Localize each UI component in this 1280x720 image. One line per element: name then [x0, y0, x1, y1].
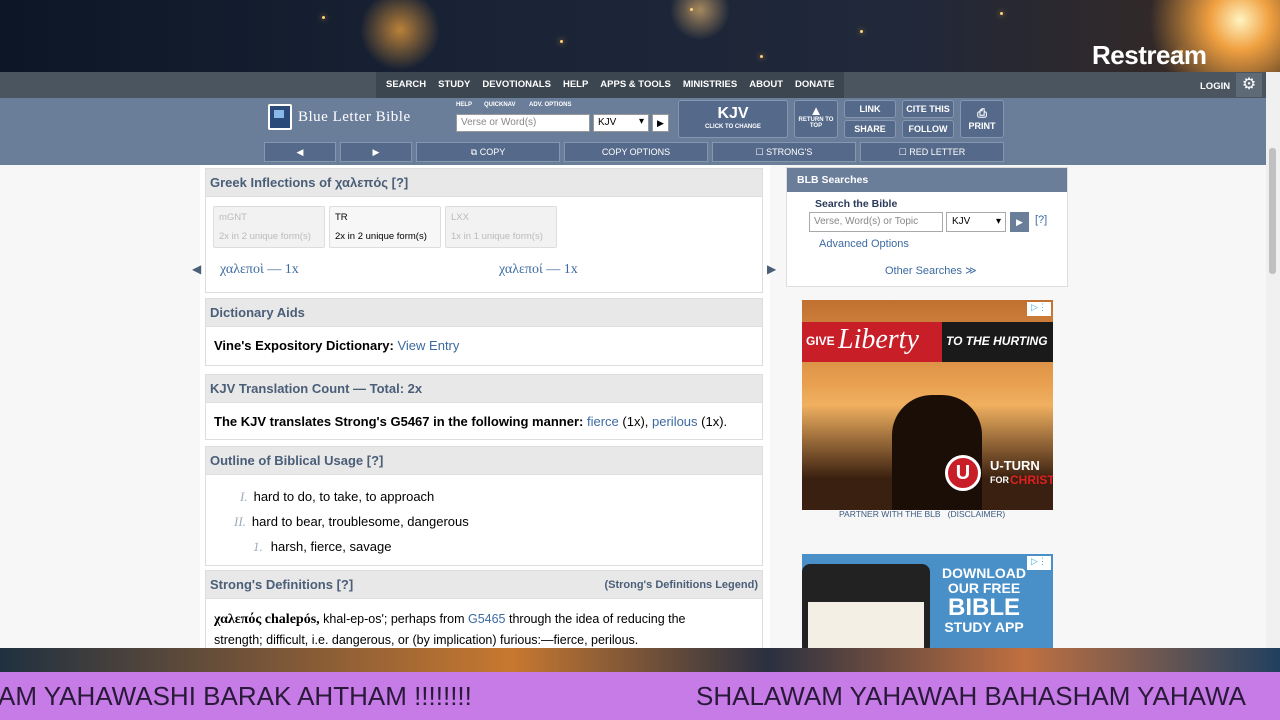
arrow-up-icon: ▲ [809, 103, 823, 118]
main-menu: SEARCH STUDY DEVOTIONALS HELP APPS & TOO… [376, 72, 845, 98]
translation-title: KJV Translation Count — Total: 2x [206, 375, 762, 403]
ticker-text: SHALAWAM YAHAWAH BAHASHAM YAHAWA [696, 681, 1246, 711]
tab-mgnt[interactable]: mGNT 2x in 2 unique form(s) [213, 206, 325, 248]
blb-searches-panel: BLB Searches Search the Bible Verse, Wor… [786, 167, 1068, 287]
follow-button[interactable]: FOLLOW [902, 120, 954, 138]
chevron-down-icon: ▾ [995, 216, 1001, 227]
prev-chapter-button[interactable]: ◀ [264, 142, 336, 162]
app-ad-banner[interactable]: DOWNLOAD OUR FREE BIBLE STUDY APP ▷⋮ [802, 554, 1053, 648]
nav-study[interactable]: STUDY [432, 72, 476, 98]
stream-background-bottom [0, 648, 1280, 672]
quicknav-link[interactable]: QUICKNAV [484, 102, 516, 108]
outline-item: II. hard to bear, troublesome, dangerous [234, 514, 469, 529]
person-silhouette [892, 395, 982, 510]
nav-help[interactable]: HELP [557, 72, 594, 98]
advanced-options-link[interactable]: Advanced Options [819, 238, 909, 250]
lemma: χαλεπός chalepós, [214, 612, 320, 627]
dictionary-section: Dictionary Aids Vine's Expository Dictio… [205, 298, 763, 366]
strongs-toggle[interactable]: ☐ STRONG'S [712, 142, 856, 162]
help-link[interactable]: HELP [456, 102, 472, 108]
inflection-form[interactable]: χαλεποί — 1x [499, 262, 578, 278]
sidebar-go-button[interactable]: ▶ [1010, 212, 1029, 232]
phone-image [802, 564, 930, 648]
inflections-title: Greek Inflections of χαλεπός [?] [206, 169, 762, 197]
dictionary-title: Dictionary Aids [206, 299, 762, 327]
nav-search[interactable]: SEARCH [380, 72, 432, 98]
next-chapter-button[interactable]: ▶ [340, 142, 412, 162]
blb-searches-title: BLB Searches [787, 168, 1067, 192]
red-letter-toggle[interactable]: ☐ RED LETTER [860, 142, 1004, 162]
ad-banner[interactable]: GIVE Liberty TO THE HURTING U U-TURN FOR… [802, 300, 1053, 510]
translation-word-link[interactable]: fierce [587, 414, 619, 429]
ad-info-icon[interactable]: ▷⋮ [1027, 302, 1051, 316]
copy-button[interactable]: ⧉ COPY [416, 142, 560, 162]
browser-window: SEARCH STUDY DEVOTIONALS HELP APPS & TOO… [0, 72, 1280, 648]
site-name: Blue Letter Bible [298, 108, 411, 125]
nav-apps-tools[interactable]: APPS & TOOLS [594, 72, 677, 98]
nav-ministries[interactable]: MINISTRIES [677, 72, 743, 98]
adv-options-link[interactable]: ADV. OPTIONS [529, 102, 571, 108]
sidebar-help-link[interactable]: [?] [1035, 214, 1047, 226]
strongs-legend-link[interactable]: (Strong's Definitions Legend) [604, 571, 758, 599]
link-button[interactable]: LINK [844, 100, 896, 118]
nav-about[interactable]: ABOUT [743, 72, 789, 98]
outline-item: I. hard to do, to take, to approach [240, 489, 435, 504]
sidebar-version-select[interactable]: KJV ▾ [946, 212, 1006, 232]
return-top-button[interactable]: ▲ RETURN TO TOP [794, 100, 838, 138]
scrollbar[interactable] [1266, 72, 1280, 648]
strongs-ref-link[interactable]: G5465 [468, 612, 506, 626]
sidebar-search-input[interactable]: Verse, Word(s) or Topic [809, 212, 943, 232]
scrollbar-thumb[interactable] [1269, 148, 1276, 274]
stream-background [0, 0, 1280, 72]
checkbox-icon: ☐ [898, 147, 910, 157]
print-button[interactable]: ⎙ PRINT [960, 100, 1004, 138]
site-logo[interactable]: Blue Letter Bible [268, 104, 411, 130]
cite-button[interactable]: CITE THIS [902, 100, 954, 118]
partner-link[interactable]: PARTNER WITH THE BLB (DISCLAIMER) [839, 509, 1005, 519]
search-bible-label: Search the Bible [815, 198, 898, 210]
translation-lead: The KJV translates Strong's G5467 in the… [214, 414, 584, 429]
strongs-section: Strong's Definitions [?] (Strong's Defin… [205, 570, 763, 648]
outline-title: Outline of Biblical Usage [?] [206, 447, 762, 475]
inflection-form[interactable]: χαλεποὶ — 1x [220, 262, 299, 278]
copy-options-button[interactable]: COPY OPTIONS [564, 142, 708, 162]
restream-logo: Restream [1092, 40, 1207, 70]
outline-section: Outline of Biblical Usage [?] I. hard to … [205, 446, 763, 566]
printer-icon: ⎙ [977, 106, 987, 120]
top-nav: SEARCH STUDY DEVOTIONALS HELP APPS & TOO… [0, 72, 1280, 98]
gear-icon[interactable]: ⚙ [1236, 73, 1262, 97]
version-select[interactable]: KJV [593, 114, 649, 132]
vines-label: Vine's Expository Dictionary: [214, 338, 394, 353]
translation-word-link[interactable]: perilous [652, 414, 698, 429]
outline-item: 1. harsh, fierce, savage [253, 539, 392, 554]
ticker-bar: AM YAHAWASHI BARAK AHTHAM !!!!!!!! SHALA… [0, 672, 1280, 720]
share-button[interactable]: SHARE [844, 120, 896, 138]
checkbox-icon: ☐ [755, 147, 767, 157]
version-change-button[interactable]: KJV CLICK TO CHANGE [678, 100, 788, 138]
other-searches-link[interactable]: Other Searches ≫ [885, 264, 977, 277]
u-turn-logo: U [945, 455, 981, 491]
ticker-text: AM YAHAWASHI BARAK AHTHAM !!!!!!!! [0, 681, 472, 711]
verse-input[interactable]: Verse or Word(s) [456, 114, 590, 132]
translation-section: KJV Translation Count — Total: 2x The KJ… [205, 374, 763, 440]
book-icon [268, 104, 292, 130]
tab-lxx[interactable]: LXX 1x in 1 unique form(s) [445, 206, 557, 248]
ad-info-icon[interactable]: ▷⋮ [1027, 556, 1051, 570]
nav-donate[interactable]: DONATE [789, 72, 840, 98]
strongs-title: Strong's Definitions [?] (Strong's Defin… [206, 571, 762, 599]
tab-tr[interactable]: TR 2x in 2 unique form(s) [329, 206, 441, 248]
arrow-left-icon[interactable]: ◀ [192, 262, 201, 276]
copy-icon: ⧉ [470, 147, 480, 157]
view-entry-link[interactable]: View Entry [397, 338, 459, 353]
nav-devotionals[interactable]: DEVOTIONALS [476, 72, 557, 98]
arrow-right-icon[interactable]: ▶ [767, 262, 776, 276]
go-button[interactable]: ▶ [652, 114, 669, 132]
